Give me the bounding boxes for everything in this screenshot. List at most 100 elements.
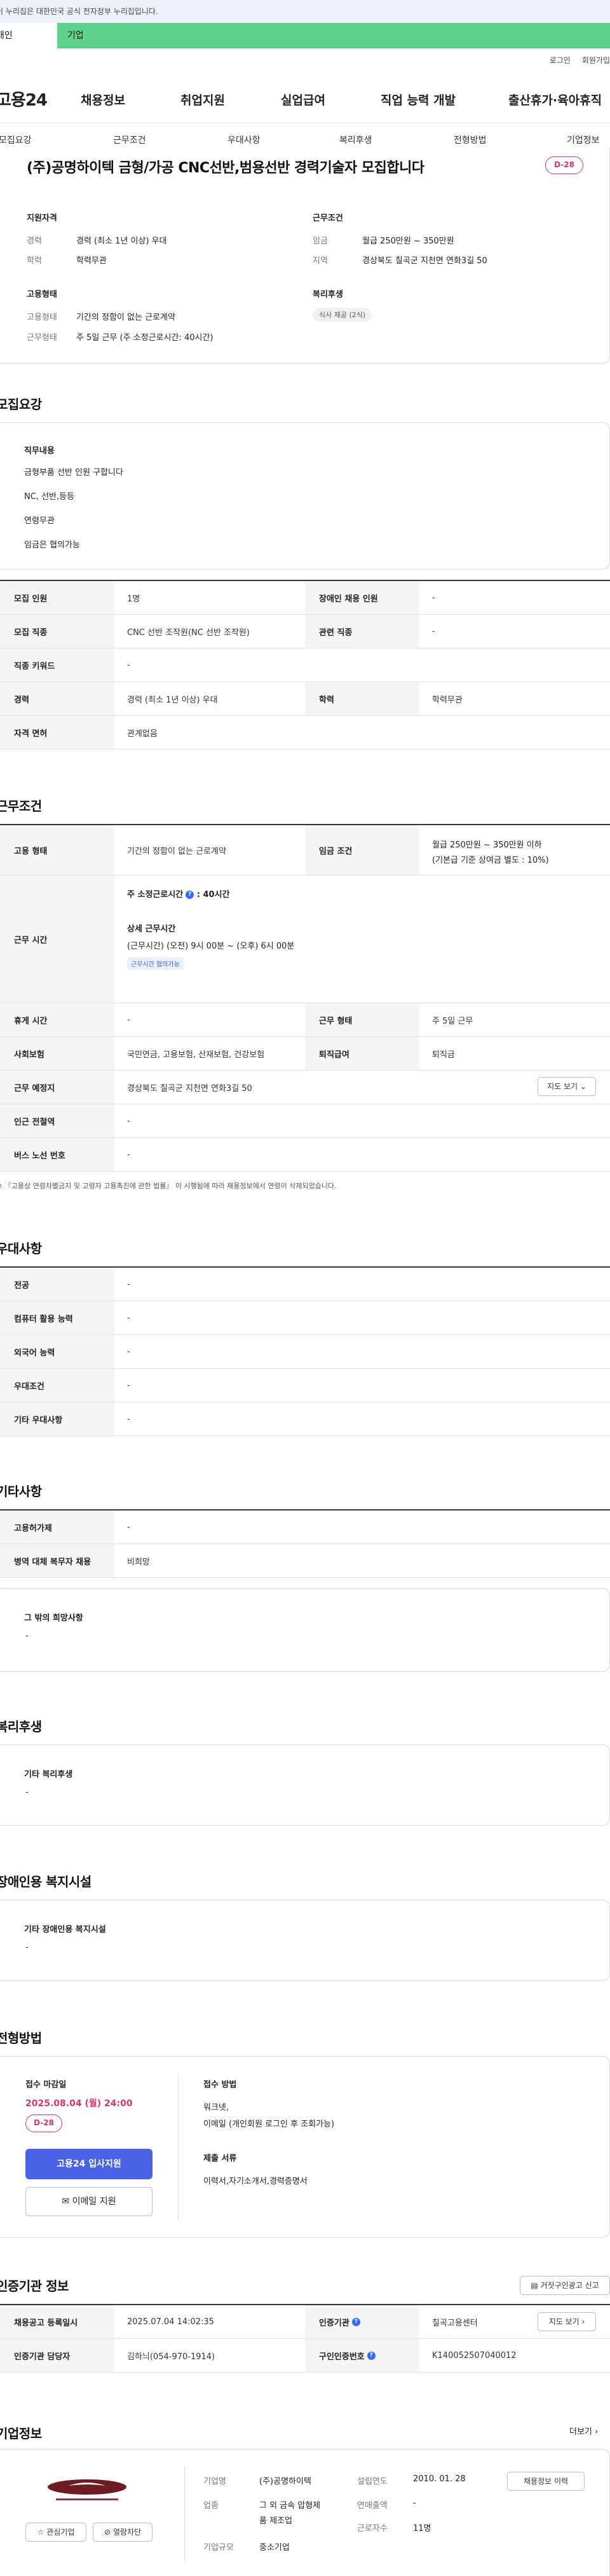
gnb-unemployment-benefit[interactable]: 실업급여	[281, 91, 325, 108]
dday-badge: D-28	[25, 2114, 62, 2132]
prefer-row-label: 컴퓨터 활용 능력	[0, 1301, 114, 1334]
chevron-right-icon: ›	[581, 2317, 585, 2326]
founded-value: 2010. 01. 28	[413, 2474, 466, 2484]
subnav-welfare[interactable]: 복리후생	[339, 134, 372, 146]
recruit-row-value: 관계없음	[127, 729, 158, 739]
docs-value: 이력서,자기소개서,경력증명서	[203, 2177, 308, 2186]
help-icon[interactable]: ?	[351, 2317, 360, 2326]
top-links: 로그인 회원가입	[550, 55, 610, 65]
recruit-row-label: 경력	[0, 682, 114, 715]
deadline-label: 접수 마감일	[25, 2080, 67, 2090]
document-icon: ▤	[531, 2281, 538, 2290]
row-divider	[0, 749, 610, 750]
cert-row-label: 인증기관 담당자	[0, 2339, 114, 2372]
disability-heading: 장애인용 복지시설	[0, 1874, 92, 1889]
employees-label: 근로자수	[357, 2524, 388, 2533]
work-row-label: 근무 예정지	[0, 1071, 114, 1104]
disability-box-value: -	[25, 1943, 29, 1952]
recruit-row-label: 모집 직종	[0, 615, 114, 648]
wage-line: (기본급 기준 상여금 별도 : 10%)	[432, 856, 549, 865]
method-line: 이메일 (개인회원 로그인 후 조회가능)	[203, 2120, 335, 2129]
help-icon[interactable]: ?	[186, 891, 194, 899]
subnav-preference[interactable]: 우대사항	[227, 134, 261, 146]
docs-label: 제출 서류	[203, 2154, 237, 2163]
hours-tag: 근무시간 협의가능	[127, 957, 184, 969]
work-row-label: 사회보험	[0, 1037, 114, 1070]
wage-value: 월급 250만원 ~ 350만원	[362, 236, 454, 246]
welfare-card	[0, 1744, 610, 1826]
interest-company-button[interactable]: ☆ 관심기업	[25, 2523, 86, 2542]
method-label: 접수 방법	[203, 2080, 237, 2090]
cert-heading: 인증기관 정보	[0, 2278, 69, 2294]
recruit-row-value: -	[432, 626, 435, 636]
education-label: 학력	[27, 256, 42, 266]
more-link[interactable]: 더보기 ›	[569, 2425, 598, 2437]
work-row-value: 국민연금, 고용보험, 산재보험, 건강보험	[127, 1050, 265, 1060]
other-wishes-title: 그 밖의 희망사항	[24, 1613, 83, 1623]
qualification-heading: 지원자격	[27, 214, 57, 223]
founded-label: 설립연도	[357, 2477, 388, 2486]
cert-row-value: 김하늬(054-970-1914)	[127, 2352, 215, 2362]
wage-label: 임금	[313, 236, 328, 246]
prefer-row-label: 전공	[0, 1268, 114, 1301]
prefer-row-value: -	[127, 1279, 130, 1289]
job-history-button[interactable]: 채용정보 이력	[507, 2472, 585, 2491]
company-name-value: (주)공명하이텍	[259, 2477, 311, 2486]
industry-value: 품 제조업	[259, 2516, 292, 2526]
email-apply-button[interactable]: ✉ 이메일 지원	[25, 2187, 152, 2216]
gnb-employment-support[interactable]: 취업지원	[180, 91, 225, 108]
etc-row-label: 병역 대체 복무자 채용	[0, 1544, 114, 1577]
work-row-value: 경상북도 칠곡군 지천면 연화3길 50	[127, 1083, 252, 1093]
recruit-row-label: 직종 키워드	[0, 648, 114, 682]
tab-corporate[interactable]: 기업	[57, 23, 84, 48]
sales-label: 연매출액	[357, 2501, 388, 2511]
sales-value: -	[413, 2498, 416, 2508]
etc-row-value: 비희망	[127, 1557, 150, 1567]
work-row-label: 버스 노선 번호	[0, 1138, 114, 1171]
work-row-label: 인근 전철역	[0, 1104, 114, 1137]
employment-heading: 고용형태	[27, 290, 57, 299]
conditions-heading: 근무조건	[313, 214, 343, 223]
recruit-row-label: 관련 직종	[305, 615, 419, 648]
gnb-vocational-training[interactable]: 직업 능력 개발	[381, 91, 456, 108]
report-fake-ad-button[interactable]: ▤ 거짓구인광고 신고	[520, 2276, 610, 2295]
row-divider	[0, 1171, 610, 1172]
chevron-down-icon: ⌄	[580, 1082, 586, 1091]
map-button[interactable]: 지도 보기 ›	[538, 2312, 596, 2331]
site-logo[interactable]: 고용24	[0, 87, 48, 111]
duty-line: 임금은 협의가능	[24, 540, 80, 550]
subnav-recruit[interactable]: 모집요강	[0, 134, 32, 146]
mail-icon: ✉	[62, 2196, 70, 2207]
login-link[interactable]: 로그인	[550, 55, 571, 65]
prefer-row-value: -	[127, 1414, 130, 1424]
subnav-company[interactable]: 기업정보	[567, 134, 600, 146]
apply-button[interactable]: 고용24 입사지원	[25, 2149, 152, 2179]
row-divider	[0, 2372, 610, 2373]
duty-heading: 직무내용	[24, 446, 55, 456]
selection-heading: 전형방법	[0, 2031, 42, 2046]
subnav-work-conditions[interactable]: 근무조건	[113, 134, 146, 146]
recruit-row-label: 학력	[305, 682, 419, 715]
user-type-tabs: 개인 기업	[0, 23, 610, 48]
recruit-row-label: 모집 인원	[0, 581, 114, 614]
cert-row-value: K140052507040012	[432, 2350, 517, 2360]
gnb-parental-leave[interactable]: 출산휴가·육아휴직	[508, 91, 602, 108]
work-row-value: 퇴직금	[432, 1050, 455, 1060]
deadline-value: 2025.08.04 (월) 24:00	[25, 2099, 133, 2109]
help-icon[interactable]: ?	[367, 2351, 376, 2360]
age-notice: ※ 『고용상 연령차별금지 및 고령자 고용촉진에 관한 법률』 이 시행됨에 …	[0, 1182, 337, 1190]
recruit-row-label: 장애인 채용 인원	[305, 581, 419, 614]
tab-individual[interactable]: 개인	[0, 23, 57, 48]
prefer-row-value: -	[127, 1380, 130, 1390]
work-row-value: -	[127, 1015, 130, 1025]
gnb-job-info[interactable]: 채용정보	[81, 91, 125, 108]
block-view-button[interactable]: ⊘ 열람차단	[93, 2523, 152, 2542]
region-value: 경상북도 칠곡군 지천면 연화3길 50	[362, 256, 487, 266]
company-name-label: 기업명	[203, 2477, 226, 2486]
subnav-selection[interactable]: 전형방법	[454, 134, 487, 146]
star-icon: ☆	[37, 2528, 44, 2537]
map-button[interactable]: 지도 보기 ⌄	[538, 1077, 596, 1096]
join-link[interactable]: 회원가입	[582, 55, 610, 65]
recruit-row-value: -	[432, 593, 435, 603]
recruit-row-value: -	[127, 660, 130, 670]
